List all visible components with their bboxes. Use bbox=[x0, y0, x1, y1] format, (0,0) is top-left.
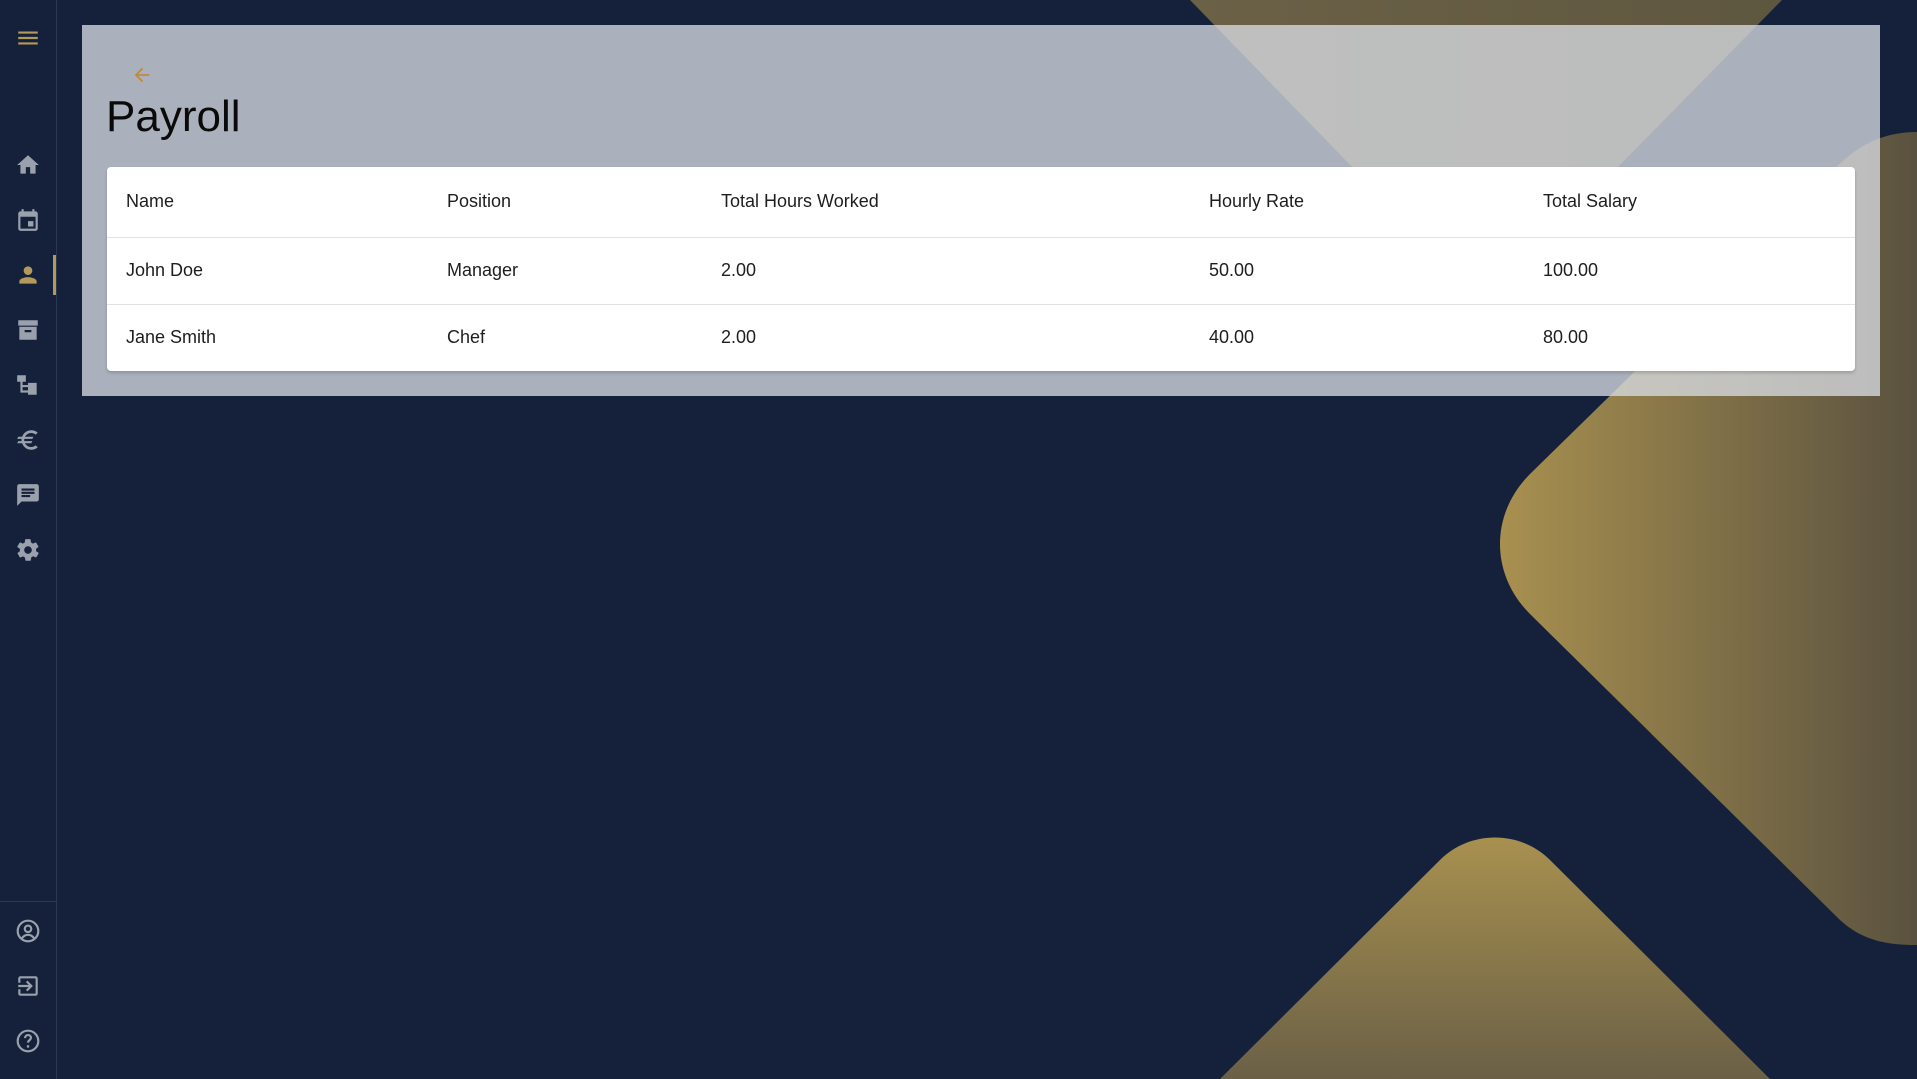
person-icon bbox=[19, 266, 37, 284]
column-header-name[interactable]: Name bbox=[107, 167, 428, 237]
sidebar-item-calendar[interactable] bbox=[0, 196, 56, 244]
table-row[interactable]: Jane Smith Chef 2.00 40.00 80.00 bbox=[107, 304, 1855, 371]
sidebar-item-messages[interactable] bbox=[0, 471, 56, 519]
menu-icon bbox=[18, 31, 38, 45]
payroll-table: Name Position Total Hours Worked Hourly … bbox=[107, 167, 1855, 371]
table-header-row: Name Position Total Hours Worked Hourly … bbox=[107, 167, 1855, 237]
back-button[interactable] bbox=[124, 57, 160, 93]
sidebar-divider bbox=[0, 901, 56, 902]
hierarchy-icon bbox=[17, 375, 37, 395]
help-icon bbox=[16, 1029, 40, 1053]
sidebar-item-home[interactable] bbox=[0, 141, 56, 189]
column-header-rate[interactable]: Hourly Rate bbox=[1190, 167, 1524, 237]
sidebar-item-settings[interactable] bbox=[0, 526, 56, 574]
table-row[interactable]: John Doe Manager 2.00 50.00 100.00 bbox=[107, 237, 1855, 304]
home-icon bbox=[17, 155, 39, 174]
arrow-back-icon bbox=[134, 67, 150, 83]
cell-rate: 50.00 bbox=[1209, 260, 1255, 280]
column-header-salary[interactable]: Total Salary bbox=[1524, 167, 1855, 237]
menu-button[interactable] bbox=[0, 14, 56, 62]
gear-icon bbox=[17, 539, 39, 561]
chat-icon bbox=[17, 484, 39, 506]
page-title: Payroll bbox=[106, 92, 241, 141]
cell-salary: 100.00 bbox=[1543, 260, 1599, 280]
sidebar-item-hierarchy[interactable] bbox=[0, 361, 56, 409]
cell-rate: 40.00 bbox=[1209, 327, 1255, 348]
sidebar bbox=[0, 0, 57, 1079]
cell-position: Manager bbox=[447, 260, 519, 280]
cell-hours: 2.00 bbox=[721, 327, 757, 348]
sidebar-item-account[interactable] bbox=[0, 907, 56, 955]
sidebar-item-staff[interactable] bbox=[0, 251, 56, 299]
column-header-position[interactable]: Position bbox=[428, 167, 702, 237]
cell-hours: 2.00 bbox=[721, 260, 757, 280]
calendar-icon bbox=[18, 209, 38, 231]
archive-icon bbox=[18, 320, 38, 340]
cell-salary: 80.00 bbox=[1543, 327, 1589, 348]
logout-icon bbox=[18, 976, 38, 996]
payroll-table-card: Name Position Total Hours Worked Hourly … bbox=[107, 167, 1855, 371]
cell-name: John Doe bbox=[126, 260, 204, 280]
euro-icon bbox=[17, 430, 38, 450]
sidebar-item-archive[interactable] bbox=[0, 306, 56, 354]
payroll-panel: Payroll Name Position Total Hours Worked… bbox=[82, 25, 1880, 396]
column-header-hours[interactable]: Total Hours Worked bbox=[702, 167, 1190, 237]
account-circle-icon bbox=[16, 919, 40, 943]
sidebar-item-help[interactable] bbox=[0, 1017, 56, 1065]
cell-position: Chef bbox=[447, 327, 486, 348]
sidebar-item-finance[interactable] bbox=[0, 416, 56, 464]
cell-name: Jane Smith bbox=[126, 327, 217, 348]
sidebar-item-logout[interactable] bbox=[0, 962, 56, 1010]
